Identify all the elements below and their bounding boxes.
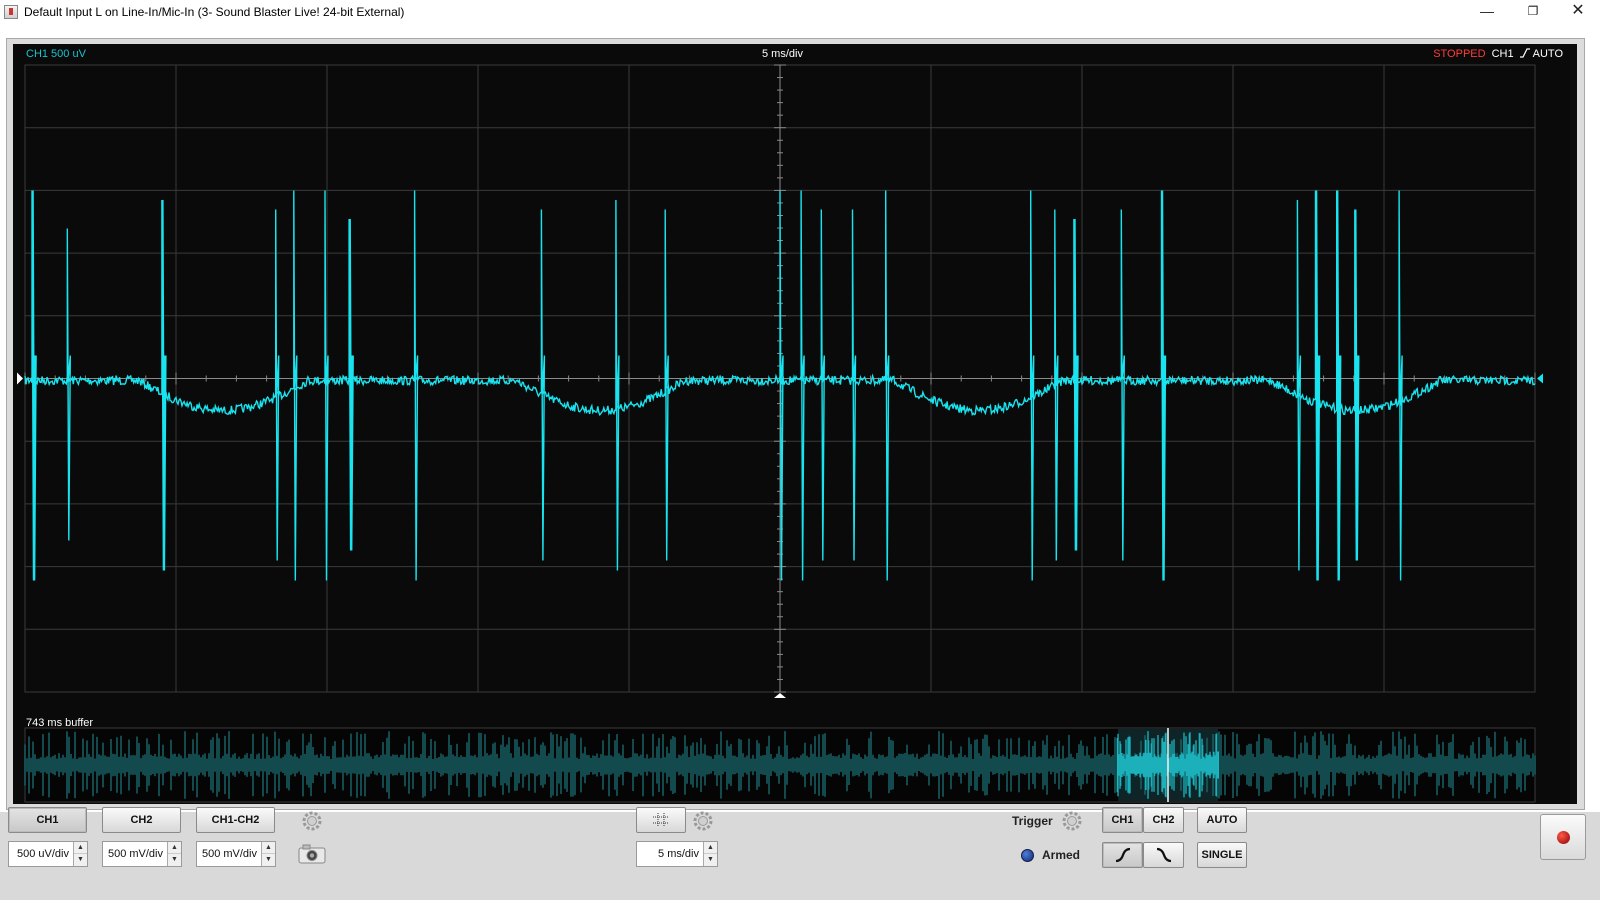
trigger-ch2-button[interactable]: CH2	[1143, 807, 1184, 833]
falling-edge-icon	[1156, 847, 1171, 863]
auto-button[interactable]: AUTO	[1197, 807, 1247, 833]
trigger-ch1-button[interactable]: CH1	[1102, 807, 1143, 833]
armed-indicator-icon	[1021, 849, 1034, 862]
record-icon	[1557, 831, 1570, 844]
trigger-position-marker-icon	[774, 693, 786, 698]
oscilloscope-screen[interactable]: CH1 500 uV 5 ms/div STOPPED CH1 AUTO 743 …	[13, 44, 1577, 804]
title-bar: Default Input L on Line-In/Mic-In (3- So…	[0, 0, 1600, 24]
close-button[interactable]: ✕	[1555, 0, 1600, 24]
ch1-volts-up-icon[interactable]: ▲	[74, 842, 87, 854]
timebase-settings-gear-icon[interactable]	[692, 810, 714, 832]
stopped-status: STOPPED	[1433, 48, 1486, 60]
ch2-volts-up-icon[interactable]: ▲	[168, 842, 181, 854]
trigger-level-marker-icon	[1537, 373, 1543, 384]
timebase-readout: 5 ms/div	[762, 48, 803, 60]
armed-label: Armed	[1042, 848, 1081, 862]
record-button[interactable]	[1540, 814, 1586, 860]
ch2-button[interactable]: CH2	[102, 807, 181, 833]
ch1-volts-spinner[interactable]: 500 uV/div ▲ ▼	[8, 841, 88, 867]
ch2-volts-value: 500 mV/div	[107, 848, 163, 860]
ch2-volts-down-icon[interactable]: ▼	[168, 854, 181, 866]
trigger-channel-readout: CH1	[1491, 48, 1514, 60]
timebase-up-icon[interactable]: ▲	[704, 842, 717, 854]
ch1-volts-down-icon[interactable]: ▼	[74, 854, 87, 866]
trigger-mode-readout: AUTO	[1532, 48, 1563, 60]
scope-canvas[interactable]	[13, 44, 1577, 804]
ch1-volts-value: 500 uV/div	[17, 848, 69, 860]
ch1-button[interactable]: CH1	[8, 807, 87, 833]
falling-edge-button[interactable]	[1143, 842, 1184, 868]
diff-volts-down-icon[interactable]: ▼	[262, 854, 275, 866]
window-title: Default Input L on Line-In/Mic-In (3- So…	[24, 5, 405, 19]
trigger-status: STOPPED CH1 AUTO	[1433, 48, 1563, 60]
single-button[interactable]: SINGLE	[1197, 842, 1247, 868]
trigger-settings-gear-icon[interactable]	[1061, 810, 1083, 832]
channel-offset-marker-icon	[17, 372, 23, 385]
grid-toggle-button[interactable]	[636, 807, 686, 833]
timebase-spinner[interactable]: 5 ms/div ▲ ▼	[636, 841, 718, 867]
rising-edge-icon	[1115, 847, 1130, 863]
timebase-value: 5 ms/div	[658, 848, 699, 860]
minimize-button[interactable]: —	[1464, 0, 1510, 24]
channel-settings-gear-icon[interactable]	[301, 810, 323, 832]
camera-icon[interactable]	[297, 843, 327, 865]
diff-volts-value: 500 mV/div	[201, 848, 257, 860]
ch2-volts-spinner[interactable]: 500 mV/div ▲ ▼	[102, 841, 182, 867]
ch1-scale-readout: CH1 500 uV	[26, 48, 86, 60]
control-panel: CH1 CH2 CH1-CH2 500 uV/div ▲ ▼ 500 mV/div ▲…	[0, 807, 1600, 900]
rising-edge-icon	[1519, 48, 1530, 58]
java-app-icon	[4, 5, 18, 19]
restore-button[interactable]: ❐	[1510, 0, 1556, 24]
grid-icon	[653, 813, 669, 827]
trigger-label: Trigger	[1012, 814, 1053, 828]
rising-edge-button[interactable]	[1102, 842, 1143, 868]
ch1-ch2-button[interactable]: CH1-CH2	[196, 807, 275, 833]
diff-volts-spinner[interactable]: 500 mV/div ▲ ▼	[196, 841, 276, 867]
diff-volts-up-icon[interactable]: ▲	[262, 842, 275, 854]
timebase-down-icon[interactable]: ▼	[704, 854, 717, 866]
buffer-label: 743 ms buffer	[26, 717, 94, 729]
